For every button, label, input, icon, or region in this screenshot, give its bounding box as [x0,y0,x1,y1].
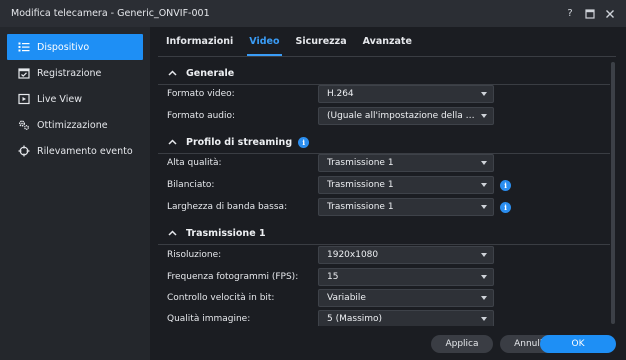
chevron-up-icon [166,227,178,239]
dialog-footer: Applica Annulla OK [150,326,626,360]
maximize-icon [585,8,595,19]
caret-down-icon [481,114,487,118]
scrollbar[interactable] [611,62,615,324]
tab-bar: Informazioni Video Sicurezza Avanzate [158,27,616,56]
sidebar-item-live-view[interactable]: Live View [7,86,143,112]
sidebar-item-label: Ottimizzazione [37,119,108,131]
scrollbar-thumb[interactable] [611,62,615,324]
sidebar-item-dispositivo[interactable]: Dispositivo [7,34,143,60]
tab-sicurezza[interactable]: Sicurezza [288,27,355,56]
sidebar-item-rilevamento-evento[interactable]: Rilevamento evento [7,138,143,164]
field-label: Risoluzione: [167,250,222,260]
close-button[interactable] [600,4,620,24]
row-bitrate: Controllo velocità in bit: Variabile [158,289,610,309]
sidebar-item-label: Registrazione [37,67,102,79]
field-label: Frequenza fotogrammi (FPS): [167,272,299,282]
caret-down-icon [481,161,487,165]
tab-video[interactable]: Video [241,27,287,56]
bitrate-select[interactable]: Variabile [318,289,494,307]
row-bilanciato: Bilanciato: Trasmissione 1 i [158,176,610,196]
caret-down-icon [481,296,487,300]
section-title: Profilo di streaming [186,136,293,148]
row-fps: Frequenza fotogrammi (FPS): 15 [158,268,610,288]
window-controls: ? [560,0,620,27]
help-icon: ? [567,8,573,19]
sidebar: Dispositivo Registrazione Live View Otti… [0,27,150,360]
sidebar-item-registrazione[interactable]: Registrazione [7,60,143,86]
sidebar-item-ottimizzazione[interactable]: Ottimizzazione [7,112,143,138]
risoluzione-select[interactable]: 1920x1080 [318,246,494,264]
tab-avanzate[interactable]: Avanzate [355,27,420,56]
section-trasmissione-header[interactable]: Trasmissione 1 [158,222,610,244]
section-profilo-header[interactable]: Profilo di streaming i [158,131,610,153]
row-banda-bassa: Larghezza di banda bassa: Trasmissione 1… [158,198,610,218]
alta-qualita-select[interactable]: Trasmissione 1 [318,154,494,172]
caret-down-icon [481,92,487,96]
tabs-divider [158,56,616,57]
row-formato-video: Formato video: H.264 [158,85,610,105]
field-label: Formato audio: [167,111,236,121]
ok-button[interactable]: OK [540,335,616,353]
list-icon [17,40,31,54]
field-label: Controllo velocità in bit: [167,293,275,303]
caret-down-icon [481,205,487,209]
section-title: Generale [186,67,235,79]
help-button[interactable]: ? [560,4,580,24]
formato-audio-select[interactable]: (Uguale all'impostazione della telecamer… [318,107,494,125]
apply-button[interactable]: Applica [431,335,493,353]
bilanciato-select[interactable]: Trasmissione 1 [318,176,494,194]
row-formato-audio: Formato audio: (Uguale all'impostazione … [158,107,610,127]
field-label: Bilanciato: [167,180,215,190]
row-alta-qualita: Alta qualità: Trasmissione 1 [158,154,610,174]
title-bar: Modifica telecamera - Generic_ONVIF-001 … [0,0,626,27]
chevron-up-icon [166,136,178,148]
close-icon [606,9,614,18]
field-label: Larghezza di banda bassa: [167,202,288,212]
caret-down-icon [481,183,487,187]
field-label: Alta qualità: [167,158,222,168]
caret-down-icon [481,275,487,279]
field-label: Qualità immagine: [167,314,251,324]
row-risoluzione: Risoluzione: 1920x1080 [158,246,610,266]
sidebar-item-label: Dispositivo [37,41,90,53]
section-divider [158,244,610,245]
fps-select[interactable]: 15 [318,268,494,286]
tab-informazioni[interactable]: Informazioni [158,27,241,56]
caret-down-icon [481,317,487,321]
window-title: Modifica telecamera - Generic_ONVIF-001 [11,8,210,19]
info-icon[interactable]: i [500,180,511,191]
chevron-up-icon [166,67,178,79]
banda-bassa-select[interactable]: Trasmissione 1 [318,198,494,216]
content-panel: Informazioni Video Sicurezza Avanzate Ge… [158,27,616,328]
sidebar-item-label: Live View [37,93,82,105]
play-icon [17,92,31,106]
gears-icon [17,118,31,132]
field-label: Formato video: [167,89,235,99]
info-icon[interactable]: i [500,202,511,213]
calendar-icon [17,66,31,80]
caret-down-icon [481,253,487,257]
section-generale-header[interactable]: Generale [158,62,610,84]
info-icon[interactable]: i [298,136,310,148]
maximize-button[interactable] [580,4,600,24]
section-title: Trasmissione 1 [186,227,266,239]
sidebar-item-label: Rilevamento evento [37,145,133,157]
formato-video-select[interactable]: H.264 [318,85,494,103]
crosshair-icon [17,144,31,158]
